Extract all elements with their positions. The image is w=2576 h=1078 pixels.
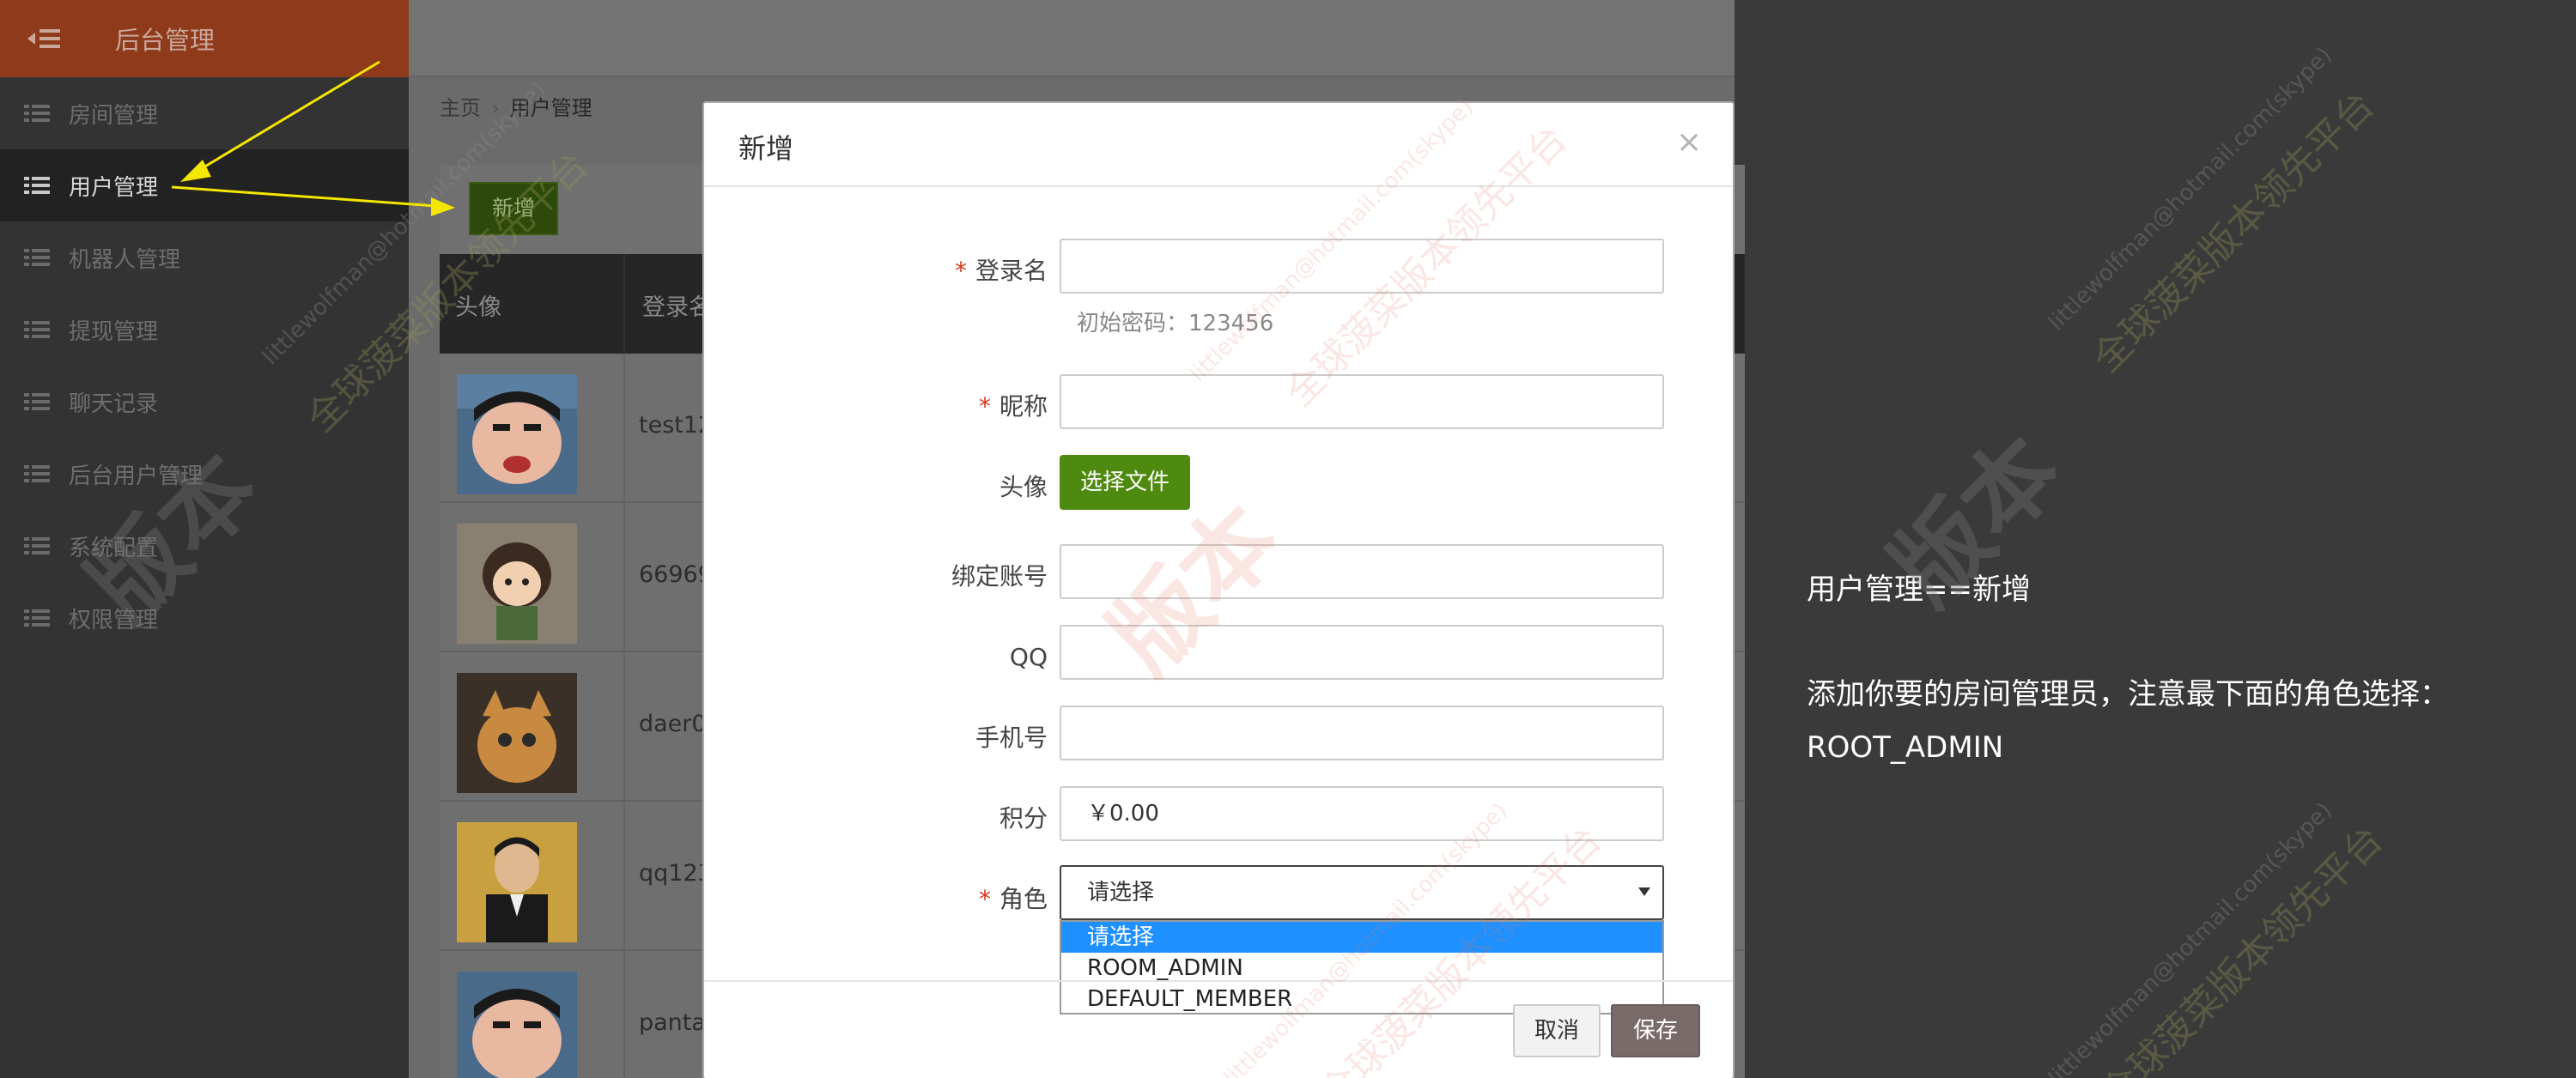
dialog-footer-divider <box>704 980 1733 982</box>
list-icon <box>24 609 50 627</box>
top-bar <box>409 0 1735 77</box>
avatar <box>457 972 577 1078</box>
caret-down-icon <box>1638 887 1650 896</box>
list-icon <box>24 321 50 338</box>
column-header-login: 登录名 <box>642 294 712 321</box>
sidebar-toggle-icon[interactable] <box>24 19 67 58</box>
screen: 后台管理 房间管理 用户管理 机器人管理 提现管理 聊天记录 后台用户管理 系统… <box>0 0 2576 1078</box>
nickname-input[interactable] <box>1060 374 1664 429</box>
sidebar-item-permissions[interactable]: 权限管理 <box>0 582 409 654</box>
sidebar-header: 后台管理 <box>0 0 409 77</box>
note-body: 添加你要的房间管理员，注意最下面的角色选择：ROOT_ADMIN <box>1807 677 2449 765</box>
dialog-header: 新增 × <box>704 103 1733 187</box>
close-icon[interactable]: × <box>1676 127 1702 158</box>
breadcrumb-home[interactable]: 主页 <box>440 96 481 120</box>
save-button[interactable]: 保存 <box>1611 1004 1700 1057</box>
sidebar-item-label: 提现管理 <box>69 319 159 345</box>
sidebar-item-user-management[interactable]: 用户管理 <box>0 149 409 221</box>
choose-file-button[interactable]: 选择文件 <box>1060 455 1190 510</box>
watermark-slogan: 全球菠菜版本领先平台 <box>2084 82 2383 381</box>
sidebar-item-label: 房间管理 <box>69 103 159 129</box>
avatar <box>457 673 577 793</box>
app-title: 后台管理 <box>115 26 216 55</box>
avatar <box>457 524 577 644</box>
avatar <box>457 822 577 942</box>
role-select-value: 请选择 <box>1087 880 1155 905</box>
sidebar-item-label: 机器人管理 <box>69 247 181 273</box>
list-icon <box>24 393 50 410</box>
list-icon <box>24 105 50 122</box>
phone-input[interactable] <box>1060 706 1664 760</box>
sidebar-item-room-management[interactable]: 房间管理 <box>0 77 409 149</box>
dialog-title: 新增 <box>738 132 794 165</box>
list-icon <box>24 465 50 482</box>
cancel-button[interactable]: 取消 <box>1513 1004 1601 1057</box>
sidebar-item-label: 用户管理 <box>69 175 159 201</box>
list-icon <box>24 249 50 266</box>
list-icon <box>24 537 50 554</box>
sidebar-item-label: 聊天记录 <box>69 391 159 417</box>
avatar <box>457 374 577 494</box>
list-icon <box>24 177 50 194</box>
watermark-slogan: 全球菠菜版本领先平台 <box>2093 817 2391 1078</box>
